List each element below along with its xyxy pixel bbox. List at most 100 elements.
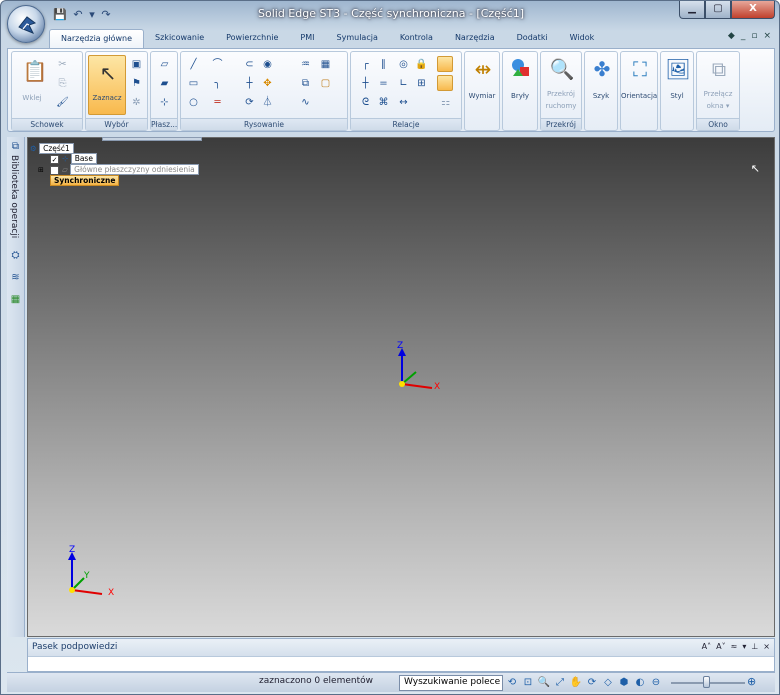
format-painter-icon[interactable]: 🖌 — [56, 96, 69, 109]
tree-item-synchronous[interactable]: Synchroniczne — [50, 175, 120, 186]
zoom-out-icon[interactable]: ⊖ — [649, 676, 663, 690]
tree-item-base[interactable]: ⊹ Base — [62, 153, 97, 164]
expand-icon[interactable]: ⊞ — [38, 166, 44, 174]
tab-szkicowanie[interactable]: Szkicowanie — [144, 29, 215, 49]
split-icon[interactable]: ═ — [211, 96, 224, 109]
tab-dodatki[interactable]: Dodatki — [506, 29, 559, 49]
tab-narzedzia[interactable]: Narzędzia — [444, 29, 506, 49]
plane-icon[interactable]: ▱ — [158, 58, 171, 71]
line-icon[interactable]: ╱ — [187, 58, 200, 71]
tree-checkbox-planes[interactable] — [50, 166, 59, 175]
zoom-slider-thumb[interactable] — [703, 676, 710, 688]
select-button[interactable]: ↖ Zaznacz — [88, 55, 126, 115]
sensor-icon[interactable]: ▦ — [9, 293, 22, 306]
rotate-icon[interactable]: ⟳ — [243, 96, 256, 109]
style-button-label[interactable]: Styl — [661, 92, 693, 100]
help-icon[interactable]: ◆ — [728, 31, 735, 41]
tree-checkbox-base[interactable]: ✓ — [50, 155, 59, 164]
extend-icon[interactable]: ┼ — [243, 77, 256, 90]
circle-icon[interactable]: ○ — [187, 96, 200, 109]
symmetric-icon[interactable]: ⌘ — [377, 96, 390, 109]
zoom-icon[interactable]: 🔍 — [537, 676, 551, 690]
equal-icon[interactable]: = — [377, 77, 390, 90]
relation-assistant-icon[interactable]: ⚏ — [439, 96, 452, 109]
font-decrease-icon[interactable]: A˅ — [716, 642, 725, 651]
tangent-icon[interactable]: ᘓ — [359, 96, 372, 109]
tab-powierzchnie[interactable]: Powierzchnie — [215, 29, 289, 49]
concentric-icon[interactable]: ◎ — [397, 58, 410, 71]
cut-icon[interactable]: ✂ — [56, 58, 69, 71]
fill-icon[interactable]: ♒ — [299, 58, 312, 71]
zoom-area-icon[interactable]: ⊡ — [521, 676, 535, 690]
tab-pmi[interactable]: PMI — [289, 29, 325, 49]
view-cube-icon[interactable]: ⬢ — [617, 676, 631, 690]
horizontal-icon[interactable]: ∟ — [397, 77, 410, 90]
close-panel-icon[interactable]: × — [763, 642, 770, 651]
tab-symulacja[interactable]: Symulacja — [326, 29, 389, 49]
connect-icon[interactable]: ┌ — [359, 58, 372, 71]
pan-icon[interactable]: ✋ — [569, 676, 583, 690]
collinear-icon[interactable]: ↔ — [397, 96, 410, 109]
restore-icon[interactable]: ▫ — [751, 31, 757, 41]
offset-icon[interactable]: ◉ — [261, 58, 274, 71]
plane-lock-icon[interactable]: ▰ — [158, 77, 171, 90]
rotate-view-icon[interactable]: ⟳ — [585, 676, 599, 690]
pin-icon[interactable]: ⊥ — [751, 642, 758, 651]
minimize-ribbon-icon[interactable]: _ — [741, 31, 746, 41]
feature-library-tab[interactable]: Biblioteka operacji — [9, 155, 19, 238]
rigid-icon[interactable]: ⊞ — [415, 77, 428, 90]
close-button[interactable]: X — [731, 1, 775, 19]
3d-viewport[interactable]: ⚙ Część1 ✓ ⊹ Base ⊞ ▱ Główne płaszczyzny… — [27, 137, 775, 637]
layers-icon[interactable]: ≋ — [9, 271, 22, 284]
moving-section-label-2[interactable]: ruchomy — [541, 102, 581, 110]
select-tools-icon[interactable]: ✲ — [130, 96, 143, 109]
switch-window-label-1[interactable]: Przełącz — [697, 90, 739, 98]
include-icon[interactable]: ⧉ — [299, 77, 312, 90]
select-box-icon[interactable]: ▣ — [130, 58, 143, 71]
parallel-icon[interactable]: ∥ — [377, 58, 390, 71]
sketch-view-icon[interactable]: ◇ — [601, 676, 615, 690]
perpendicular-icon[interactable]: ┼ — [359, 77, 372, 90]
zoom-in-icon[interactable]: ⊕ — [747, 675, 756, 688]
title-bar[interactable]: 💾 ↶ ▾ ↷ Solid Edge ST3 - Część synchroni… — [1, 1, 780, 29]
pattern-button-label[interactable]: Szyk — [585, 92, 617, 100]
pin-menu-icon[interactable]: ▾ — [742, 642, 746, 651]
close-doc-icon[interactable]: × — [763, 31, 771, 41]
refresh-icon[interactable]: ⟲ — [505, 676, 519, 690]
shading-icon[interactable]: ◐ — [633, 676, 647, 690]
pathfinder-icon[interactable]: ⛭ — [9, 249, 22, 262]
curve-icon[interactable]: ∿ — [299, 96, 312, 109]
dimension-button-label[interactable]: Wymiar — [465, 92, 499, 100]
move-icon[interactable]: ✥ — [261, 77, 274, 90]
lock-icon[interactable]: 🔒 — [415, 58, 428, 71]
tree-item-planes[interactable]: ▱ Główne płaszczyzny odniesienia — [62, 164, 199, 175]
switch-window-label-2[interactable]: okna ▾ — [697, 102, 739, 110]
application-button[interactable] — [7, 5, 45, 43]
paste-button-label[interactable]: Wklej — [16, 94, 48, 102]
orientation-button-label[interactable]: Orientacja — [621, 92, 657, 100]
project-icon[interactable]: ▢ — [319, 77, 332, 90]
tab-narzedzia-glowne[interactable]: Narzędzia główne — [49, 29, 145, 49]
trim-icon[interactable]: ⊂ — [243, 58, 256, 71]
pathfinder-splitter[interactable] — [102, 137, 202, 141]
select-filter-icon[interactable]: ⚑ — [130, 77, 143, 90]
fit-icon[interactable]: ⤢ — [553, 676, 567, 690]
arc-icon[interactable]: ⌒ — [211, 58, 224, 71]
relations-toggle-2[interactable] — [437, 75, 453, 91]
copy-icon[interactable]: ⎘ — [56, 77, 69, 90]
pattern-icon[interactable]: ▦ — [319, 58, 332, 71]
moving-section-label-1[interactable]: Przekrój — [541, 90, 581, 98]
font-increase-icon[interactable]: A˄ — [702, 642, 711, 651]
plane-coord-icon[interactable]: ⊹ — [158, 96, 171, 109]
fillet-icon[interactable]: ╮ — [211, 77, 224, 90]
solids-button-label[interactable]: Bryły — [503, 92, 537, 100]
collapse-icon[interactable]: ≈ — [731, 642, 738, 651]
minimize-button[interactable]: ▁ — [679, 1, 705, 19]
tab-kontrola[interactable]: Kontrola — [389, 29, 444, 49]
feature-library-icon[interactable]: ⧉ — [9, 140, 22, 153]
maximize-button[interactable]: ▢ — [705, 1, 731, 19]
mirror-icon[interactable]: ⏃ — [261, 96, 274, 109]
relations-toggle-1[interactable] — [437, 56, 453, 72]
command-search-input[interactable]: Wyszukiwanie polece — [399, 675, 503, 691]
tab-widok[interactable]: Widok — [559, 29, 606, 49]
